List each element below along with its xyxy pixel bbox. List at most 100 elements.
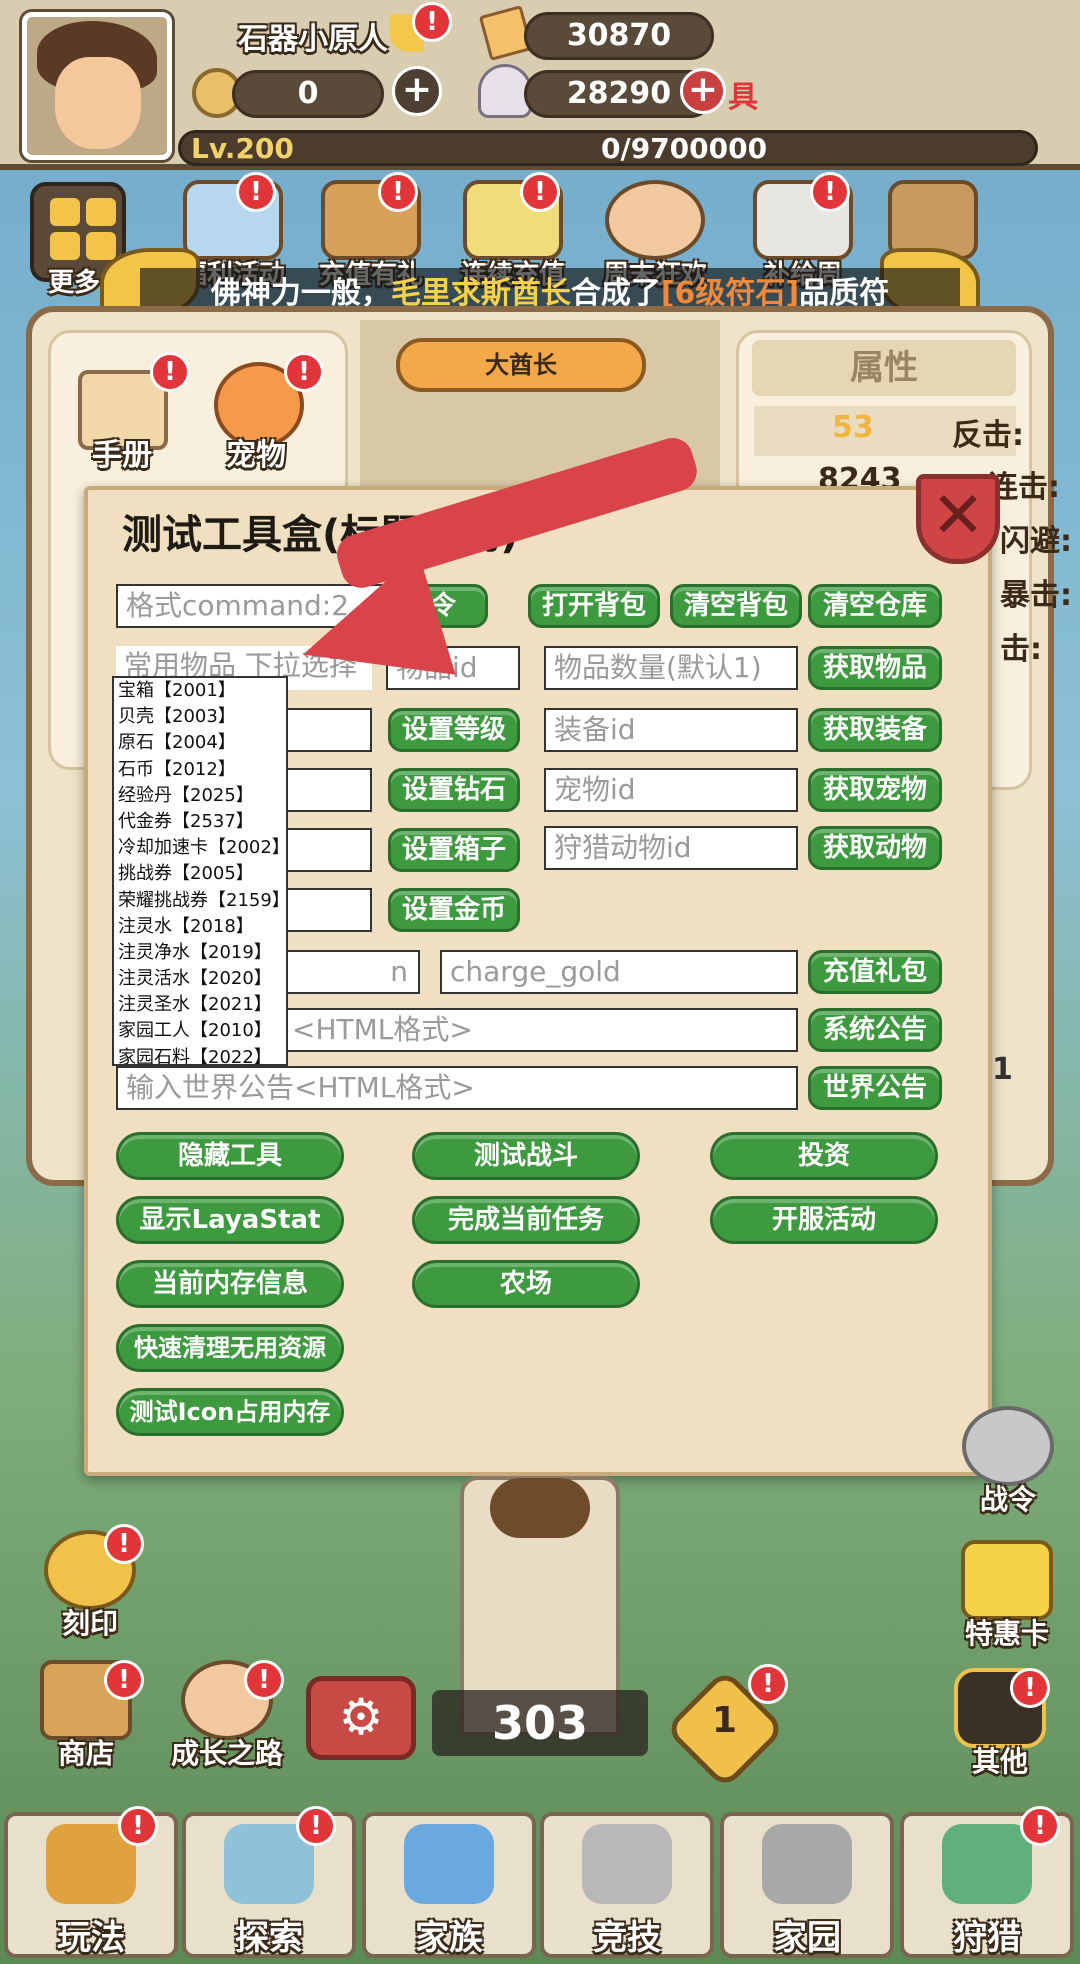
equip-id-input[interactable]: 装备id (544, 708, 798, 752)
get-equip-button[interactable]: 获取装备 (808, 708, 942, 752)
continuous-alert-badge: ! (520, 172, 560, 212)
invest-button[interactable]: 投资 (710, 1132, 938, 1180)
special-card-button[interactable]: 特惠卡 (942, 1540, 1072, 1650)
set-box-button[interactable]: 设置箱子 (388, 828, 520, 872)
shop-alert-badge: ! (104, 1660, 144, 1700)
dropdown-option[interactable]: 原石【2004】 (114, 730, 286, 756)
close-icon: ✕ (931, 479, 985, 553)
battle-pass-label: 战令 (979, 1483, 1036, 1516)
open-bag-button[interactable]: 打开背包 (528, 584, 660, 628)
set-gold-button[interactable]: 设置金币 (388, 888, 520, 932)
ticket-amount: 30870 (524, 12, 714, 60)
growth-alert-badge: ! (244, 1660, 284, 1700)
explore-alert-badge: ! (296, 1806, 336, 1846)
set-diamond-button[interactable]: 设置钻石 (388, 768, 520, 812)
level-label: Lv.200 (191, 132, 294, 165)
system-notice-button[interactable]: 系统公告 (808, 1008, 942, 1052)
pet-alert-badge: ! (284, 352, 324, 392)
dropdown-option[interactable]: 贝壳【2003】 (114, 704, 286, 730)
battle-pass-button[interactable]: 战令 (948, 1406, 1068, 1516)
clear-warehouse-button[interactable]: 清空仓库 (808, 584, 942, 628)
dropdown-option[interactable]: 经验丹【2025】 (114, 783, 286, 809)
more-label: 更多 (48, 268, 101, 298)
handbook-alert-badge: ! (150, 352, 190, 392)
dropdown-option[interactable]: 挑战券【2005】 (114, 861, 286, 887)
nav-family[interactable]: 家族 (362, 1812, 536, 1958)
get-item-button[interactable]: 获取物品 (808, 646, 942, 690)
tool-label: 具 (728, 80, 758, 115)
dropdown-option[interactable]: 代金券【2537】 (114, 809, 286, 835)
player-avatar[interactable] (22, 12, 172, 160)
farm-button[interactable]: 农场 (412, 1260, 640, 1308)
home-building-icon (762, 1824, 852, 1904)
power-counter: 303 (432, 1690, 648, 1756)
world-notice-input[interactable]: 输入世界公告<HTML格式> (116, 1066, 798, 1110)
special-card-label: 特惠卡 (964, 1617, 1049, 1650)
nav-hunt-label: 狩猎 (953, 1918, 1021, 1958)
other-label: 其他 (971, 1745, 1028, 1778)
other-alert-badge: ! (1010, 1668, 1050, 1708)
common-items-dropdown[interactable]: 宝箱【2001】 贝壳【2003】 原石【2004】 石币【2012】 经验丹【2025… (112, 676, 288, 1068)
shop-label: 商店 (57, 1737, 114, 1770)
chief-title-banner: 大酋长 (396, 338, 646, 392)
crown-card-icon (961, 1540, 1053, 1620)
add-shell-button[interactable]: + (680, 68, 726, 114)
show-layastat-button[interactable]: 显示LayaStat (116, 1196, 344, 1244)
test-icon-memory-button[interactable]: 测试Icon占用内存 (116, 1388, 344, 1436)
nav-home-label: 家园 (773, 1918, 841, 1958)
charge-gift-button[interactable]: 充值礼包 (808, 950, 942, 994)
get-pet-button[interactable]: 获取宠物 (808, 768, 942, 812)
star-shield-icon (962, 1406, 1054, 1486)
charge-gold-input[interactable]: charge_gold (440, 950, 798, 994)
get-animal-button[interactable]: 获取动物 (808, 826, 942, 870)
nav-arena-label: 竞技 (593, 1918, 661, 1958)
donut-amount: 0 (232, 70, 384, 118)
recharge-alert-badge: ! (378, 172, 418, 212)
dropdown-option[interactable]: 石币【2012】 (114, 757, 286, 783)
test-battle-button[interactable]: 测试战斗 (412, 1132, 640, 1180)
dropdown-option[interactable]: 荣耀挑战券【2159】 (114, 888, 286, 914)
engrave-label: 刻印 (61, 1607, 118, 1640)
world-notice-button[interactable]: 世界公告 (808, 1066, 942, 1110)
attribute-value-1: 53 (832, 410, 874, 445)
memory-info-button[interactable]: 当前内存信息 (116, 1260, 344, 1308)
attribute-label-4: 暴击: (1000, 578, 1072, 613)
pet-id-input[interactable]: 宠物id (544, 768, 798, 812)
rank-alert-badge: ! (748, 1664, 788, 1704)
dropdown-option[interactable]: 注灵净水【2019】 (114, 940, 286, 966)
clear-bag-button[interactable]: 清空背包 (670, 584, 802, 628)
totem-emblem-icon (490, 1478, 590, 1538)
settings-gear-button[interactable]: ⚙ (306, 1676, 416, 1760)
gameplay-alert-badge: ! (118, 1806, 158, 1846)
dropdown-option[interactable]: 家园石料【2022】 (114, 1045, 286, 1071)
finish-task-button[interactable]: 完成当前任务 (412, 1196, 640, 1244)
attribute-label-3: 闪避: (1000, 524, 1072, 559)
nav-arena[interactable]: 竞技 (540, 1812, 714, 1958)
chief-title: 大酋长 (485, 351, 557, 379)
dropdown-option[interactable]: 注灵活水【2020】 (114, 966, 286, 992)
nav-home[interactable]: 家园 (720, 1812, 894, 1958)
dropdown-option[interactable]: 宝箱【2001】 (114, 678, 286, 704)
family-emblem-icon (404, 1824, 494, 1904)
dropdown-option[interactable]: 家园工人【2010】 (114, 1018, 286, 1044)
server-activity-button[interactable]: 开服活动 (710, 1196, 938, 1244)
hunt-alert-badge: ! (1020, 1806, 1060, 1846)
handbook-label: 手册 (92, 438, 152, 473)
nav-gameplay-label: 玩法 (57, 1918, 125, 1958)
characters-icon (605, 180, 705, 260)
nav-explore-label: 探索 (235, 1918, 303, 1958)
growth-label: 成长之路 (170, 1737, 283, 1770)
attributes-header: 属性 (752, 340, 1016, 396)
add-donut-button[interactable]: + (392, 66, 442, 116)
dinosaur-icon (942, 1824, 1032, 1904)
close-dialog-button[interactable]: ✕ (916, 474, 1000, 564)
quick-clean-button[interactable]: 快速清理无用资源 (116, 1324, 344, 1372)
dropdown-option[interactable]: 注灵圣水【2021】 (114, 992, 286, 1018)
dropdown-option[interactable]: 冷却加速卡【2002】 (114, 835, 286, 861)
player-name: 石器小原人 (238, 22, 388, 57)
hide-tool-button[interactable]: 隐藏工具 (116, 1132, 344, 1180)
dropdown-option[interactable]: 注灵水【2018】 (114, 914, 286, 940)
item-count-input[interactable]: 物品数量(默认1) (544, 646, 798, 690)
set-level-button[interactable]: 设置等级 (388, 708, 520, 752)
hunt-animal-id-input[interactable]: 狩猎动物id (544, 826, 798, 870)
